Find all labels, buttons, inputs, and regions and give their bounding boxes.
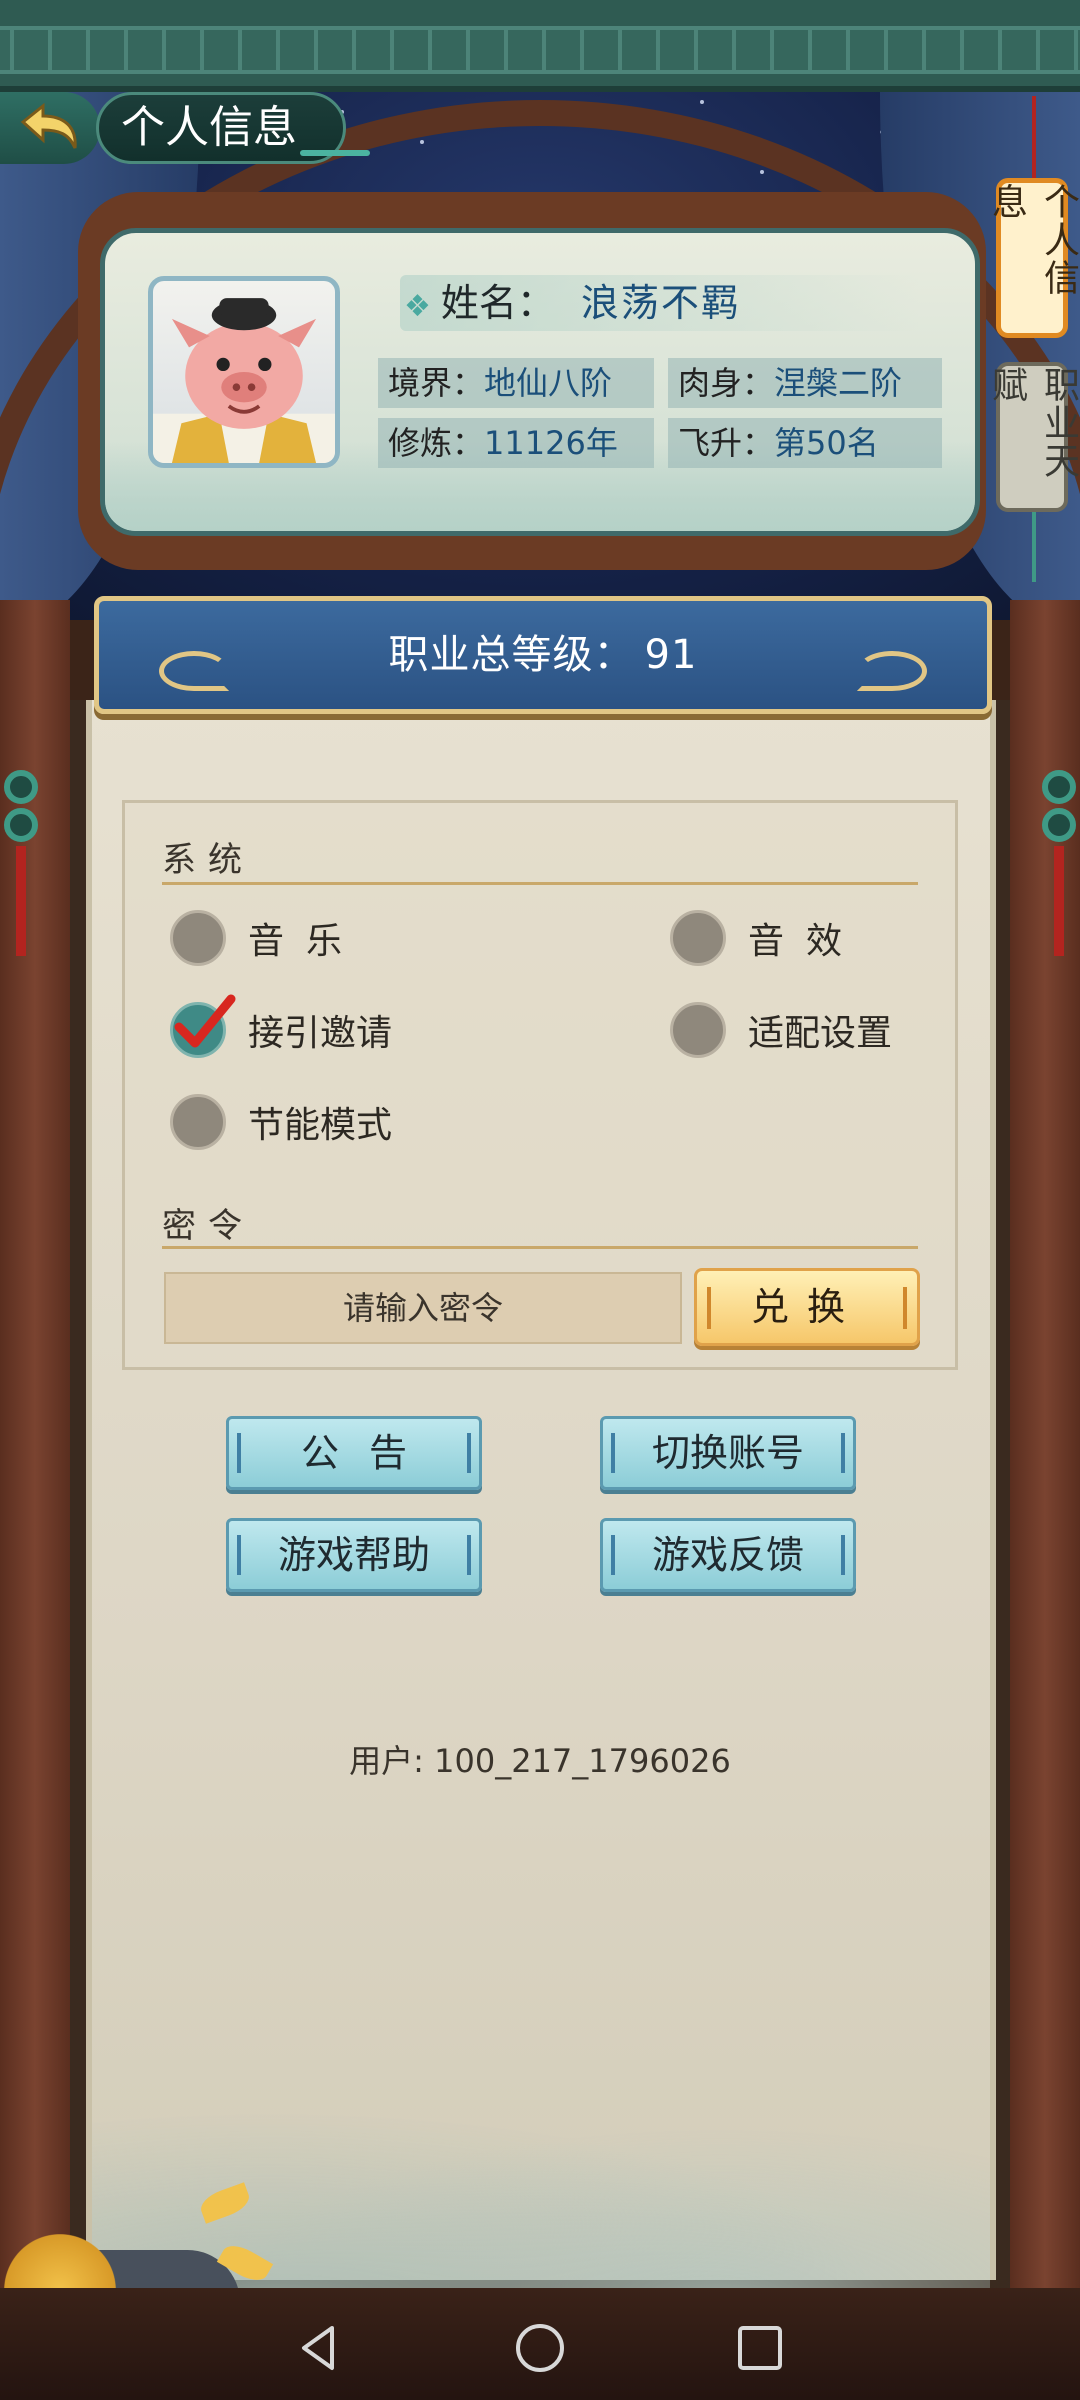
fan-decoration bbox=[0, 2220, 120, 2290]
option-music[interactable]: 音乐 bbox=[170, 910, 364, 966]
switch-account-button[interactable]: 切换账号 bbox=[600, 1416, 856, 1490]
nav-home-button[interactable] bbox=[505, 2313, 575, 2383]
redeem-button[interactable]: 兑换 bbox=[694, 1268, 920, 1346]
option-adaptation-settings[interactable]: 适配设置 bbox=[670, 1002, 892, 1058]
tab-cord bbox=[1032, 96, 1036, 180]
checkmark-icon bbox=[174, 994, 236, 1048]
left-coin-charm bbox=[4, 770, 38, 956]
name-label: 姓名： bbox=[440, 281, 555, 325]
option-invite-accept[interactable]: 接引邀请 bbox=[170, 994, 392, 1058]
game-help-button[interactable]: 游戏帮助 bbox=[226, 1518, 482, 1592]
stat-realm: 境界：地仙八阶 bbox=[378, 358, 654, 408]
career-level-label: 职业总等级： bbox=[388, 632, 635, 678]
career-level-banner: 职业总等级： 91 bbox=[94, 596, 992, 714]
greek-key-pattern bbox=[0, 26, 1080, 74]
radio-unchecked-icon[interactable] bbox=[170, 1094, 226, 1150]
pig-avatar-icon bbox=[153, 298, 335, 463]
right-coin-charm bbox=[1042, 770, 1076, 956]
cloud-swirl-icon bbox=[857, 651, 927, 691]
tab-career-talent[interactable]: 职业天赋 bbox=[986, 362, 1079, 512]
code-section-title: 密令 bbox=[162, 1206, 254, 1246]
diamond-icon: ❖ bbox=[404, 289, 431, 324]
radio-unchecked-icon[interactable] bbox=[670, 1002, 726, 1058]
radio-checked-icon[interactable] bbox=[170, 994, 236, 1058]
player-name: 浪荡不羁 bbox=[580, 281, 741, 325]
divider bbox=[162, 882, 918, 885]
back-button[interactable] bbox=[0, 92, 100, 164]
name-row: ❖ 姓名： 浪荡不羁 bbox=[400, 275, 920, 331]
stat-cultivation: 修炼：11126年 bbox=[378, 418, 654, 468]
stat-body: 肉身：涅槃二阶 bbox=[668, 358, 942, 408]
avatar[interactable] bbox=[148, 276, 340, 468]
option-power-saving[interactable]: 节能模式 bbox=[170, 1094, 392, 1150]
radio-unchecked-icon[interactable] bbox=[670, 910, 726, 966]
nav-recents-button[interactable] bbox=[725, 2313, 795, 2383]
radio-unchecked-icon[interactable] bbox=[170, 910, 226, 966]
tab-personal-info[interactable]: 个人信息 bbox=[986, 178, 1079, 338]
stat-ascension: 飞升：第50名 bbox=[668, 418, 942, 468]
system-section-title: 系统 bbox=[162, 840, 254, 880]
triangle-back-icon bbox=[302, 2326, 334, 2370]
tab-cord-bottom bbox=[1032, 512, 1036, 582]
back-arrow-icon bbox=[20, 102, 77, 149]
circle-home-icon bbox=[516, 2324, 564, 2372]
redeem-code-input[interactable] bbox=[164, 1272, 682, 1344]
nav-back-button[interactable] bbox=[285, 2313, 355, 2383]
game-feedback-button[interactable]: 游戏反馈 bbox=[600, 1518, 856, 1592]
notice-button[interactable]: 公告 bbox=[226, 1416, 482, 1490]
option-sound-effects[interactable]: 音效 bbox=[670, 910, 864, 966]
system-nav-bar bbox=[0, 2296, 1080, 2400]
title-ornament bbox=[300, 150, 370, 156]
divider bbox=[162, 1246, 918, 1249]
user-id-label: 用户: 100_217_1796026 bbox=[349, 1742, 731, 1780]
cloud-swirl-icon bbox=[159, 651, 229, 691]
square-recents-icon bbox=[738, 2326, 782, 2370]
career-level-value: 91 bbox=[644, 632, 698, 678]
